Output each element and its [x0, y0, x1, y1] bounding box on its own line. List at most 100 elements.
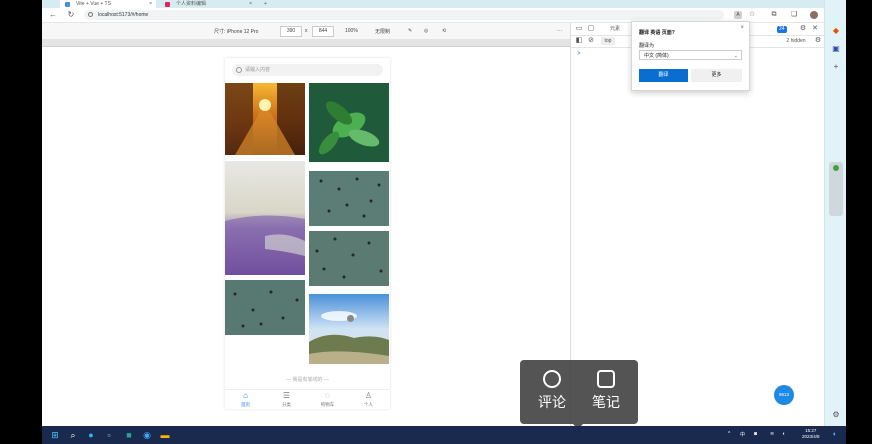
comment-label: 评论 — [538, 394, 566, 410]
photo-birds-sky-3[interactable] — [225, 280, 305, 335]
clear-icon[interactable]: ⊘ — [587, 37, 595, 45]
user-icon: ♙ — [364, 391, 373, 400]
vite-favicon-icon — [65, 2, 70, 7]
office-icon[interactable]: ▣ — [831, 44, 841, 54]
more-options[interactable]: ··· — [557, 28, 562, 34]
inspect-icon[interactable]: ▢ — [587, 25, 595, 33]
photo-city-sunset[interactable] — [225, 83, 305, 155]
tab-category[interactable]: ☰ 分类 — [266, 392, 307, 408]
edge-icon[interactable]: ◉ — [142, 430, 152, 440]
device-mode-icon[interactable]: ▭ — [575, 25, 583, 33]
floating-action-button[interactable]: 9613 — [774, 385, 794, 405]
notification-icon[interactable]: ◐ — [830, 430, 840, 440]
left-black-bar — [0, 0, 42, 426]
favorites-icon[interactable]: ☆ — [748, 11, 756, 19]
shopping-icon[interactable]: ◆ — [831, 26, 841, 36]
extension-panel[interactable] — [829, 162, 843, 216]
ime-indicator[interactable]: 中 — [740, 431, 745, 438]
tray-app-icon[interactable]: ◙ — [754, 431, 757, 437]
language-select[interactable]: 中文 (简体) ⌄ — [639, 50, 742, 60]
cart-icon: ◌ — [325, 391, 330, 400]
comment-icon — [543, 370, 561, 388]
tab-label: 分类 — [282, 402, 291, 407]
device-toolbar: 尺寸: iPhone 12 Pro 390 x 844 100% 无限制 ✎ ◎… — [42, 23, 570, 40]
tab-label: Vite + Vue + TS — [76, 1, 111, 7]
sidebar-icon[interactable]: ◧ — [575, 37, 583, 45]
chat-icon[interactable]: ● — [86, 430, 96, 440]
media-query-ruler — [42, 40, 570, 47]
photo-hill-landscape[interactable] — [309, 294, 389, 364]
clock[interactable]: 15:27 2023/4/8 — [802, 428, 820, 440]
photo-birds-sky-2[interactable] — [309, 231, 389, 286]
translate-title: 翻译 英语 页面? — [639, 30, 675, 36]
profile-avatar[interactable] — [810, 11, 818, 19]
explorer-icon[interactable]: ▬ — [160, 430, 170, 440]
photo-green-leaves[interactable] — [309, 83, 389, 162]
zoom-select[interactable]: 100% — [345, 28, 358, 34]
chevron-down-icon: ⌄ — [733, 53, 738, 59]
tab-user[interactable]: ♙ 个人 — [348, 392, 389, 408]
taskview-icon[interactable]: ▫ — [104, 430, 114, 440]
url-text: localhost:5173/#/home — [98, 12, 149, 18]
sidebar-settings-icon[interactable]: ⚙ — [831, 410, 841, 420]
comment-button[interactable]: 评论 — [526, 370, 578, 412]
clock-date: 2023/4/8 — [802, 434, 820, 439]
new-tab-button[interactable]: + — [260, 0, 274, 8]
width-field[interactable]: 390 — [280, 26, 302, 37]
sensor-icon[interactable]: ◎ — [424, 28, 428, 34]
start-icon[interactable]: ⊞ — [50, 430, 60, 440]
search-input[interactable]: 请输入内容 — [232, 64, 383, 76]
hidden-count: 2 hidden — [786, 38, 806, 44]
screen: Vite + Vue + TS × 个人资料编辑 × + ← ↻ localho… — [0, 0, 872, 444]
tab-label: 个人 — [364, 402, 373, 407]
back-button[interactable]: ← — [48, 10, 58, 20]
notes-label: 笔记 — [592, 394, 620, 410]
console-settings-icon[interactable]: ⚙ — [814, 37, 822, 45]
right-black-bar — [846, 0, 872, 426]
close-devtools-icon[interactable]: ✕ — [811, 25, 819, 33]
tray-up-icon[interactable]: ^ — [728, 431, 730, 437]
collections-icon[interactable]: ❏ — [790, 11, 798, 19]
wifi-icon[interactable]: ≋ — [770, 431, 774, 437]
context-select[interactable]: top — [601, 37, 615, 45]
settings-icon[interactable]: ⚙ — [799, 25, 807, 33]
height-field[interactable]: 844 — [312, 26, 334, 37]
photo-purple-field[interactable] — [225, 161, 305, 275]
translate-to-label: 翻译为 — [639, 43, 655, 49]
throttle-select[interactable]: 无限制 — [375, 28, 390, 35]
issues-badge[interactable]: 24 — [777, 26, 787, 33]
device-select[interactable]: 尺寸: iPhone 12 Pro — [214, 28, 258, 35]
app-icon[interactable]: ■ — [124, 430, 134, 440]
translate-button[interactable]: 翻译 — [639, 69, 688, 82]
tab-home[interactable]: ⌂ 首页 — [225, 392, 266, 408]
tab-label: 购物车 — [320, 402, 335, 407]
add-icon[interactable]: + — [831, 62, 841, 72]
tab-profile[interactable]: 个人资料编辑 × — [160, 0, 256, 8]
tab-close-icon[interactable]: × — [249, 0, 252, 8]
console-prompt[interactable]: > — [577, 51, 581, 57]
list-icon: ☰ — [282, 391, 291, 400]
tab-cart[interactable]: ◌ 购物车 — [307, 392, 348, 408]
translate-popup: × 翻译 英语 页面? 翻译为 中文 (简体) ⌄ 翻译 更多 — [631, 21, 750, 91]
tab-vite[interactable]: Vite + Vue + TS × — [60, 0, 156, 8]
reload-button[interactable]: ↻ — [66, 10, 76, 20]
more-button[interactable]: 更多 — [691, 69, 742, 82]
photo-birds-sky-1[interactable] — [309, 171, 389, 226]
address-bar[interactable]: localhost:5173/#/home — [84, 10, 724, 20]
notes-icon — [597, 370, 615, 388]
zoom-badge[interactable]: A — [734, 11, 742, 19]
viewport-area: 尺寸: iPhone 12 Pro 390 x 844 100% 无限制 ✎ ◎… — [42, 23, 570, 426]
floating-toolbar: 评论 笔记 — [520, 360, 638, 424]
close-icon[interactable]: × — [740, 25, 744, 31]
scroll-indicator[interactable] — [347, 315, 354, 322]
extensions-icon[interactable]: ⧉ — [770, 11, 778, 19]
pen-icon[interactable]: ✎ — [408, 28, 412, 34]
notes-button[interactable]: 笔记 — [580, 370, 632, 412]
rotate-icon[interactable]: ⟲ — [442, 28, 446, 34]
tab-close-icon[interactable]: × — [149, 0, 152, 8]
tab-elements[interactable]: 元素 — [605, 25, 625, 33]
volume-icon[interactable]: ◖ — [782, 431, 785, 437]
tab-label: 个人资料编辑 — [176, 1, 207, 7]
search-taskbar-icon[interactable]: ⌕ — [68, 430, 78, 440]
language-value: 中文 (简体) — [644, 53, 669, 59]
